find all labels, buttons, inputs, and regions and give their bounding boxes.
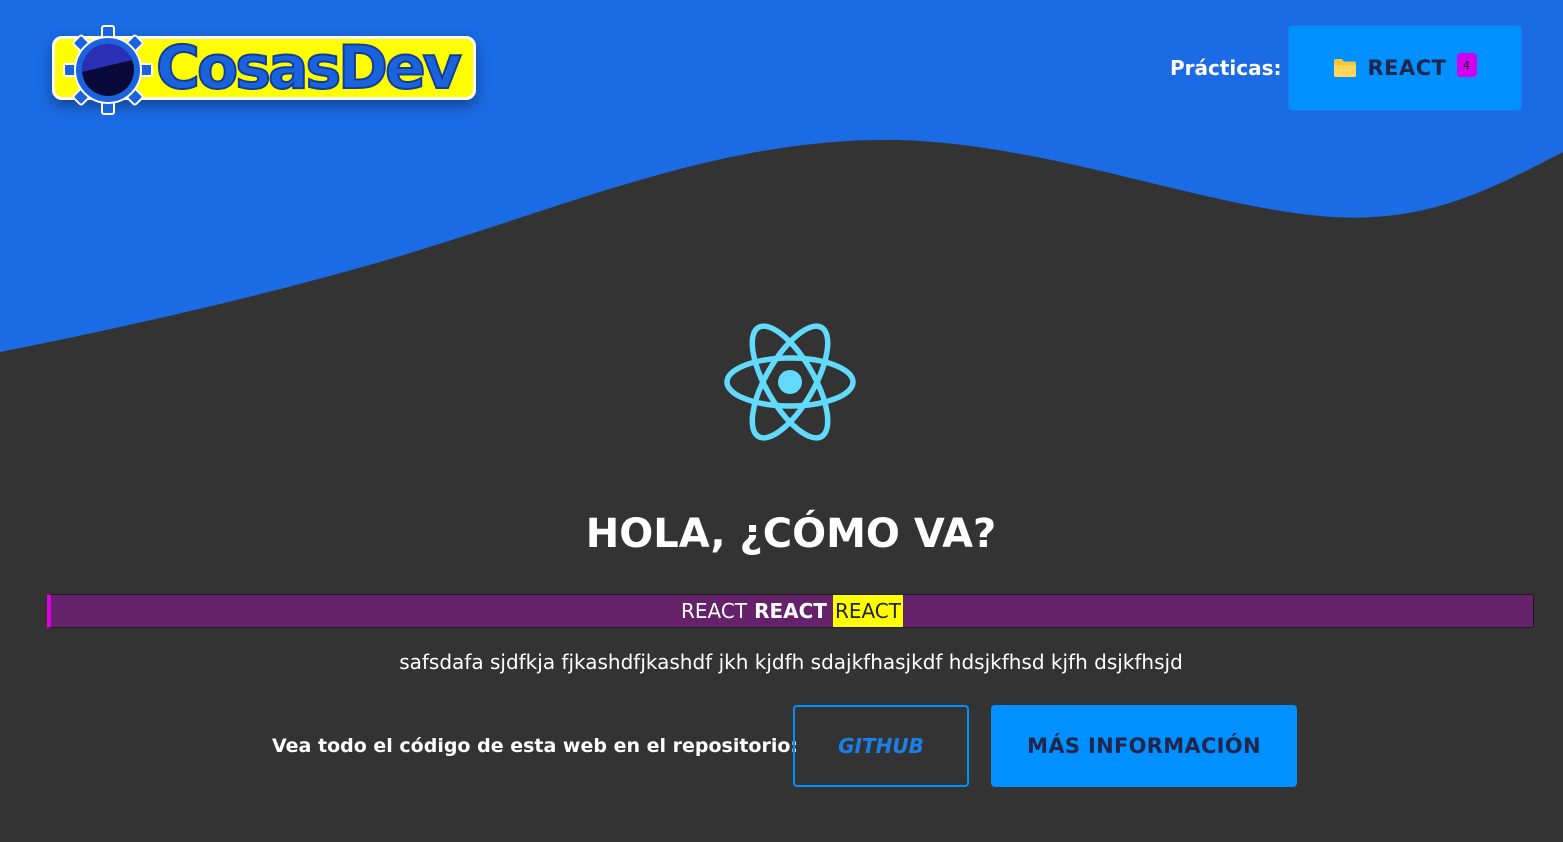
banner-text-bold: REACT (754, 599, 827, 623)
react-banner: REACT REACT REACT (47, 594, 1534, 628)
hero-title: HOLA, ¿CÓMO VA? (585, 511, 997, 557)
github-button[interactable]: GITHUB (793, 705, 969, 787)
banner-text-plain: REACT (681, 599, 748, 623)
practices-label: Prácticas: (1170, 56, 1282, 80)
more-info-button-label: MÁS INFORMACIÓN (1027, 734, 1261, 758)
react-button-label: REACT (1367, 56, 1447, 80)
folder-icon (1334, 59, 1357, 77)
gear-icon (63, 25, 153, 115)
banner-text-highlight: REACT (832, 595, 903, 627)
more-info-button[interactable]: MÁS INFORMACIÓN (991, 705, 1297, 787)
repository-label: Vea todo el código de esta web en el rep… (272, 735, 799, 757)
description-text: safsdafa sjdfkja fjkashdfjkashdf jkh kjd… (399, 650, 1183, 674)
practice-count-badge: 4 (1456, 53, 1477, 77)
react-practices-button[interactable]: REACT 4 (1288, 25, 1522, 111)
logo-text: CosasDev (155, 32, 463, 104)
site-logo[interactable]: CosasDev (52, 24, 478, 116)
react-atom-icon (724, 323, 856, 441)
github-button-label: GITHUB (838, 734, 924, 758)
